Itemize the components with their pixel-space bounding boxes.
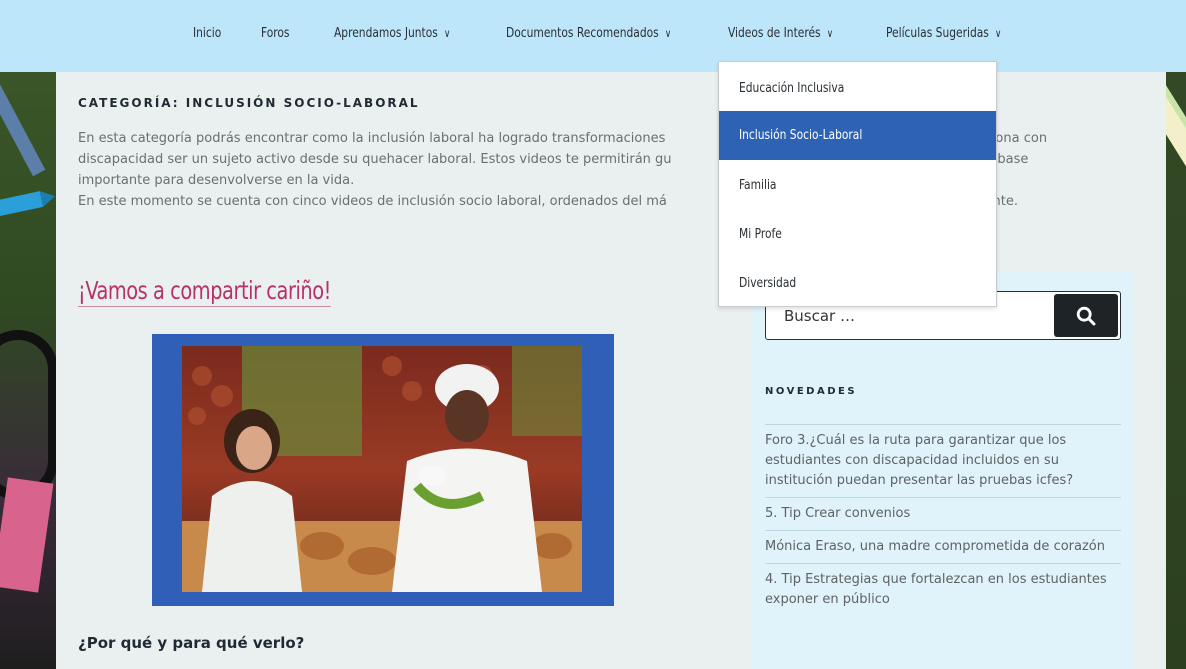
- nav-label: Foros: [261, 25, 290, 41]
- chevron-down-icon: ∨: [826, 27, 834, 40]
- video-thumbnail[interactable]: [152, 334, 614, 606]
- video-scene-illustration: [182, 346, 582, 592]
- nav-item-foros[interactable]: Foros: [261, 25, 290, 41]
- nav-label: Videos de Interés: [728, 25, 821, 41]
- nav-item-videos-de-interes[interactable]: Videos de Interés ∨: [728, 25, 833, 41]
- post-title-link[interactable]: ¡Vamos a compartir cariño!: [78, 276, 331, 307]
- chevron-down-icon: ∨: [995, 27, 1002, 40]
- nav-label: Películas Sugeridas: [886, 25, 989, 41]
- news-link[interactable]: 4. Tip Estrategias que fortalezcan en lo…: [765, 572, 1107, 607]
- why-watch-heading: ¿Por qué y para qué verlo?: [78, 634, 305, 652]
- chevron-down-icon: ∨: [443, 27, 451, 40]
- menu-item-diversidad[interactable]: Diversidad: [719, 259, 996, 308]
- menu-item-educacion-inclusiva[interactable]: Educación Inclusiva: [719, 64, 996, 113]
- news-list: Foro 3.¿Cuál es la ruta para garantizar …: [765, 424, 1121, 616]
- news-link[interactable]: Mónica Eraso, una madre comprometida de …: [765, 539, 1105, 554]
- news-heading: NOVEDADES: [765, 386, 858, 397]
- news-item: 5. Tip Crear convenios: [765, 497, 1121, 530]
- nav-label: Inicio: [193, 25, 222, 41]
- chevron-down-icon: ∨: [664, 27, 672, 40]
- nav-item-documentos-recomendados[interactable]: Documentos Recomendados ∨: [506, 25, 671, 41]
- news-item: Mónica Eraso, una madre comprometida de …: [765, 530, 1121, 563]
- nav-label: Aprendamos Juntos: [334, 25, 438, 41]
- nav-item-peliculas-sugeridas[interactable]: Películas Sugeridas ∨: [886, 25, 1001, 41]
- news-link[interactable]: Foro 3.¿Cuál es la ruta para garantizar …: [765, 433, 1073, 488]
- news-item: Foro 3.¿Cuál es la ruta para garantizar …: [765, 424, 1121, 497]
- menu-item-familia[interactable]: Familia: [719, 161, 996, 210]
- videos-dropdown-menu: Educación Inclusiva Inclusión Socio-Labo…: [718, 61, 997, 307]
- top-navigation: Inicio Foros Aprendamos Juntos ∨ Document…: [0, 0, 1186, 72]
- search-icon: [1076, 306, 1096, 325]
- menu-item-mi-profe[interactable]: Mi Profe: [719, 210, 996, 259]
- nav-item-aprendamos-juntos[interactable]: Aprendamos Juntos ∨: [334, 25, 450, 41]
- scissors-decoration: [0, 330, 58, 500]
- nav-item-inicio[interactable]: Inicio: [193, 25, 221, 41]
- video-image: [182, 346, 582, 592]
- nav-label: Documentos Recomendados: [506, 25, 659, 41]
- news-item: 4. Tip Estrategias que fortalezcan en lo…: [765, 563, 1121, 616]
- menu-item-inclusion-socio-laboral[interactable]: Inclusión Socio-Laboral: [719, 111, 996, 160]
- category-title: CATEGORÍA: INCLUSIÓN SOCIO-LABORAL: [78, 96, 420, 110]
- news-link[interactable]: 5. Tip Crear convenios: [765, 506, 910, 521]
- search-button[interactable]: [1054, 294, 1118, 337]
